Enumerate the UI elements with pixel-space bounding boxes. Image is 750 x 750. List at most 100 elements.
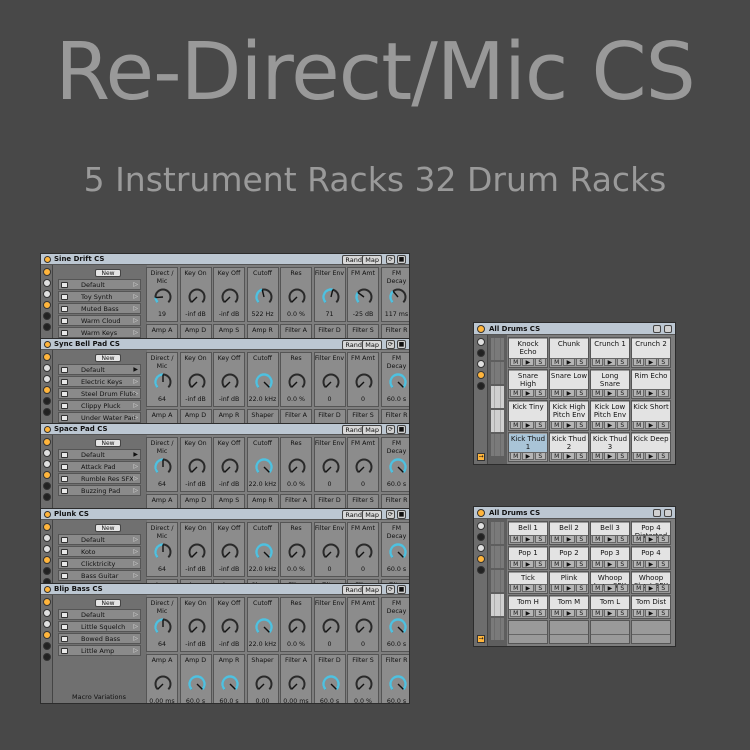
macro-knob[interactable]: FM Decay 60.0 s [380,522,409,577]
solo-button[interactable]: S [616,452,628,460]
chain-activator-icon[interactable] [61,549,68,555]
play-button[interactable]: ▶ [604,420,616,429]
solo-button[interactable]: S [575,357,587,366]
chain-activator-icon[interactable] [61,561,68,567]
play-button[interactable]: ▶ [645,559,657,568]
macro-knob[interactable]: FM Decay 60.0 s [380,352,409,407]
solo-button[interactable]: S [616,584,628,593]
knob-dial-icon[interactable] [187,617,207,637]
hotswap-icon[interactable]: ⟳ [386,255,395,264]
drum-pad[interactable]: Pop 4 M ▶ S [631,545,671,570]
hotswap-icon[interactable]: ⟳ [386,585,395,594]
mute-button[interactable]: M [633,534,645,543]
knob-dial-icon[interactable] [187,372,207,392]
chain-list-icon[interactable] [43,279,51,287]
drum-pad[interactable]: Kick Short M ▶ S [631,400,671,431]
play-button[interactable]: ▶ [645,389,657,397]
mute-button[interactable]: M [510,534,522,543]
map-button[interactable]: Map [362,425,382,435]
macro-knob[interactable]: Res 0.0 % [280,522,312,577]
variations-icon[interactable] [43,482,51,490]
chain-activator-icon[interactable] [61,488,68,494]
macro-toggle-icon[interactable] [43,598,51,606]
chain-activator-icon[interactable] [61,403,68,409]
macro-knob[interactable]: Filter Env 0 [313,597,346,652]
knob-dial-icon[interactable] [388,617,408,637]
macro-knob[interactable]: Direct / Mic 64 [146,597,178,652]
solo-button[interactable]: S [534,389,546,397]
macro-knob[interactable]: Key On -inf dB [179,267,212,322]
mute-button[interactable]: M [633,584,645,593]
mute-button[interactable]: M [633,559,645,568]
solo-button[interactable]: S [657,559,669,568]
new-variation-button[interactable]: New [95,524,121,532]
mute-button[interactable]: M [633,452,645,460]
solo-button[interactable]: S [657,452,669,460]
mute-button[interactable]: M [592,452,604,460]
knob-dial-icon[interactable] [254,372,274,392]
solo-button[interactable]: S [657,534,669,543]
rack-power-button[interactable] [44,256,51,263]
chain-item[interactable]: Little Amp ▷ [58,645,141,656]
pad-bank[interactable] [491,618,504,640]
drum-rack-power-button[interactable] [477,325,485,333]
knob-dial-icon[interactable] [287,617,307,637]
macro-knob[interactable]: Res 0.0 % [280,437,312,492]
macro-knob[interactable]: Res 0.0 % [280,267,312,322]
map-button[interactable]: Map [362,510,382,520]
macro-knob[interactable]: FM Decay 117 ms [380,267,409,322]
macro-knob[interactable]: Key Off -inf dB [213,267,245,322]
knob-dial-icon[interactable] [287,287,307,307]
knob-dial-icon[interactable] [321,617,341,637]
arrow-toggle-icon[interactable]: → [477,635,485,643]
solo-button[interactable]: S [657,420,669,429]
solo-button[interactable]: S [534,452,546,460]
solo-button[interactable]: S [575,452,587,460]
chain-item[interactable]: Default ▷ [58,609,141,620]
macro-toggle-icon[interactable] [43,268,51,276]
mute-button[interactable]: M [510,420,522,429]
mute-button[interactable]: M [551,452,563,460]
play-button[interactable]: ▶ [563,559,575,568]
unfold-icon[interactable] [43,408,51,416]
knob-dial-icon[interactable] [220,617,240,637]
play-button[interactable]: ▶ [645,357,657,366]
variations-icon[interactable] [43,642,51,650]
knob-dial-icon[interactable] [388,287,408,307]
macro-knob[interactable]: Direct / Mic 64 [146,352,178,407]
chain-activator-icon[interactable] [61,476,68,482]
pad-bank[interactable] [491,570,504,592]
solo-button[interactable]: S [534,609,546,618]
play-button[interactable]: ▶ [563,534,575,543]
device-toggle-icon[interactable] [43,545,51,553]
chain-activator-icon[interactable] [61,391,68,397]
play-button[interactable]: ▶ [563,389,575,397]
solo-button[interactable]: S [534,534,546,543]
knob-dial-icon[interactable] [287,372,307,392]
chain-activator-icon[interactable] [61,282,68,288]
knob-dial-icon[interactable] [321,287,341,307]
chain-list-icon[interactable] [43,609,51,617]
knob-dial-icon[interactable] [220,457,240,477]
drum-pad[interactable]: Kick Thud 2 M ▶ S [549,431,589,462]
drum-pad[interactable]: Whoop Long SFXM▶S [590,570,630,595]
drum-pad[interactable]: Kick High Pitch Env M ▶ S [549,400,589,431]
knob-dial-icon[interactable] [153,674,173,694]
unfold-icon[interactable] [43,493,51,501]
mute-button[interactable]: M [551,559,563,568]
new-variation-button[interactable]: New [95,354,121,362]
mute-button[interactable]: M [551,609,563,618]
macro-knob[interactable]: Filter Env 0 [313,352,346,407]
solo-button[interactable]: S [616,609,628,618]
pad-bank[interactable] [491,410,504,432]
macro-knob[interactable]: Amp A 0.00 ms [146,654,178,703]
knob-dial-icon[interactable] [153,542,173,562]
drum-pad[interactable] [590,620,630,644]
play-button[interactable]: ▶ [522,357,534,366]
pad-bank[interactable] [491,386,504,408]
mute-button[interactable]: M [551,357,563,366]
play-button[interactable]: ▶ [645,452,657,460]
mute-button[interactable]: M [551,389,563,397]
knob-dial-icon[interactable] [388,372,408,392]
rack-power-button[interactable] [44,586,51,593]
